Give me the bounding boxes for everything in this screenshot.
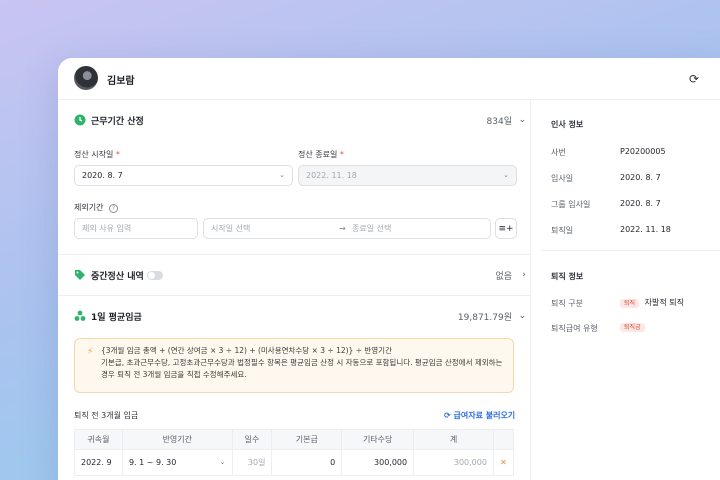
field-label: 그룹 입사일 [551, 200, 591, 209]
end-date-label: 정산 종료일 * [298, 150, 344, 159]
add-list-icon: ≡+ [498, 224, 514, 234]
work-period-title: 근무기간 산정 [91, 116, 144, 127]
retire-pay-value: 퇴직금 [620, 322, 645, 332]
interim-value: 없음 [495, 271, 512, 282]
field-value: 2022. 11. 18 [620, 225, 671, 234]
retire-pay-label: 퇴직급여 유형 [551, 324, 598, 333]
col-header: 반영기간 [121, 429, 233, 450]
interim-toggle[interactable] [147, 271, 163, 280]
start-date-value: 2020. 8. 7 [82, 171, 123, 180]
exclude-range-picker[interactable]: 시작일 선택 → 종료일 선택 [203, 218, 491, 239]
cell-other[interactable]: 300,000 [341, 449, 415, 476]
employee-card: 김보람 ⟳ ⋮ 근무기간 산정 834일 ⌄ 정산 시작일 * 정산 종료일 *… [58, 58, 720, 480]
chevron-down-icon: ⌄ [503, 171, 509, 179]
coins-icon [74, 310, 86, 321]
col-header: 기본급 [271, 429, 343, 450]
retire-info-title: 퇴직 정보 [551, 272, 584, 281]
avg-wage-value: 19,871.79원 [457, 312, 512, 323]
refresh-icon: ⟳ [444, 411, 451, 420]
range-end-placeholder: 종료일 선택 [352, 224, 392, 233]
exclude-period-label: 제외기간 ? [74, 202, 118, 213]
retire-type-value: 퇴직 자발적 퇴직 [620, 297, 684, 308]
arrow-icon: → [339, 224, 346, 233]
formula-desc: 기본급, 초과근무수당, 고정초과근무수당과 법정필수 항목은 평균임금 산정 … [101, 358, 503, 379]
col-header-empty [492, 429, 515, 450]
col-header: 기타수당 [341, 429, 415, 450]
retire-type-label: 퇴직 구분 [551, 299, 583, 308]
field-value: 2020. 8. 7 [620, 173, 661, 182]
load-payroll-button[interactable]: ⟳ 급여자료 불러오기 [444, 410, 515, 421]
field-label: 입사일 [551, 174, 574, 183]
formula-notice: ⚡ {3개월 임금 총액 + (연간 상여금 × 3 ÷ 12) + (미사용연… [74, 338, 514, 393]
avg-wage-header[interactable]: 1일 평균임금 19,871.79원 ⌄ [58, 296, 530, 336]
delete-row-icon[interactable]: ✕ [492, 449, 515, 476]
range-start-placeholder: 시작일 선택 [211, 224, 251, 233]
work-period-days: 834일 [486, 116, 512, 127]
help-icon[interactable]: ? [109, 204, 118, 213]
chevron-down-icon[interactable]: ⌄ [518, 311, 526, 321]
refresh-icon[interactable]: ⟳ [689, 72, 703, 86]
start-date-label: 정산 시작일 * [74, 150, 120, 159]
right-panel: 인사 정보 사번 P20200005 입사일 2020. 8. 7 그룹 입사일… [530, 100, 720, 480]
cell-period[interactable]: 9. 1 ~ 9. 30 ⌄ [121, 449, 233, 476]
cell-days: 30일 [231, 449, 273, 476]
end-date-value: 2022. 11. 18 [306, 171, 357, 180]
col-header: 귀속월 [74, 429, 123, 450]
col-header: 계 [413, 429, 494, 450]
field-label: 퇴직일 [551, 226, 574, 235]
tag-icon [75, 270, 85, 280]
end-date-select: 2022. 11. 18 ⌄ [298, 165, 517, 186]
divider [541, 250, 720, 251]
lightning-icon: ⚡ [87, 347, 94, 357]
field-label: 사번 [551, 148, 566, 157]
period-value: 9. 1 ~ 9. 30 [128, 458, 177, 467]
add-exclude-button[interactable]: ≡+ [495, 218, 517, 239]
chevron-down-icon[interactable]: ⌄ [518, 115, 526, 125]
card-header: 김보람 ⟳ ⋮ [58, 58, 720, 100]
cell-total: 300,000 [413, 449, 494, 476]
field-value: P20200005 [620, 147, 666, 156]
left-panel: 근무기간 산정 834일 ⌄ 정산 시작일 * 정산 종료일 * 2020. 8… [58, 100, 530, 480]
start-date-select[interactable]: 2020. 8. 7 ⌄ [74, 165, 293, 186]
wage-table-title: 퇴직 전 3개월 임금 [74, 411, 139, 420]
formula-text: {3개월 임금 총액 + (연간 상여금 × 3 ÷ 12) + (미사용연차수… [101, 346, 392, 355]
interim-title: 중간정산 내역 [91, 271, 144, 282]
chevron-down-icon: ⌄ [219, 458, 226, 466]
avatar [74, 66, 98, 90]
chevron-down-icon: ⌄ [279, 171, 285, 179]
retire-type-badge: 퇴직 [620, 299, 640, 308]
work-period-header[interactable]: 근무기간 산정 834일 ⌄ [58, 100, 530, 140]
avg-wage-title: 1일 평균임금 [91, 312, 142, 323]
wage-table: 귀속월 반영기간 일수 기본급 기타수당 계 2022. 9 9. 1 ~ 9.… [74, 429, 515, 476]
load-payroll-label: 급여자료 불러오기 [453, 411, 516, 420]
table-row: 2022. 9 9. 1 ~ 9. 30 ⌄ 30일 0 300,000 300… [74, 449, 515, 476]
timer-icon [74, 114, 86, 126]
retire-pay-badge: 퇴직금 [620, 323, 645, 332]
cell-month: 2022. 9 [74, 449, 123, 476]
retire-type-text: 자발적 퇴직 [644, 298, 684, 307]
col-header: 일수 [231, 429, 273, 450]
hr-info-title: 인사 정보 [551, 120, 584, 129]
chevron-right-icon[interactable]: › [522, 270, 526, 280]
field-value: 2020. 8. 7 [620, 199, 661, 208]
interim-section-header[interactable]: 중간정산 내역 없음 › [58, 255, 530, 295]
cell-base[interactable]: 0 [271, 449, 343, 476]
employee-name: 김보람 [107, 76, 135, 87]
exclude-reason-input[interactable]: 제외 사유 입력 [74, 218, 198, 239]
exclude-reason-placeholder: 제외 사유 입력 [82, 224, 132, 233]
